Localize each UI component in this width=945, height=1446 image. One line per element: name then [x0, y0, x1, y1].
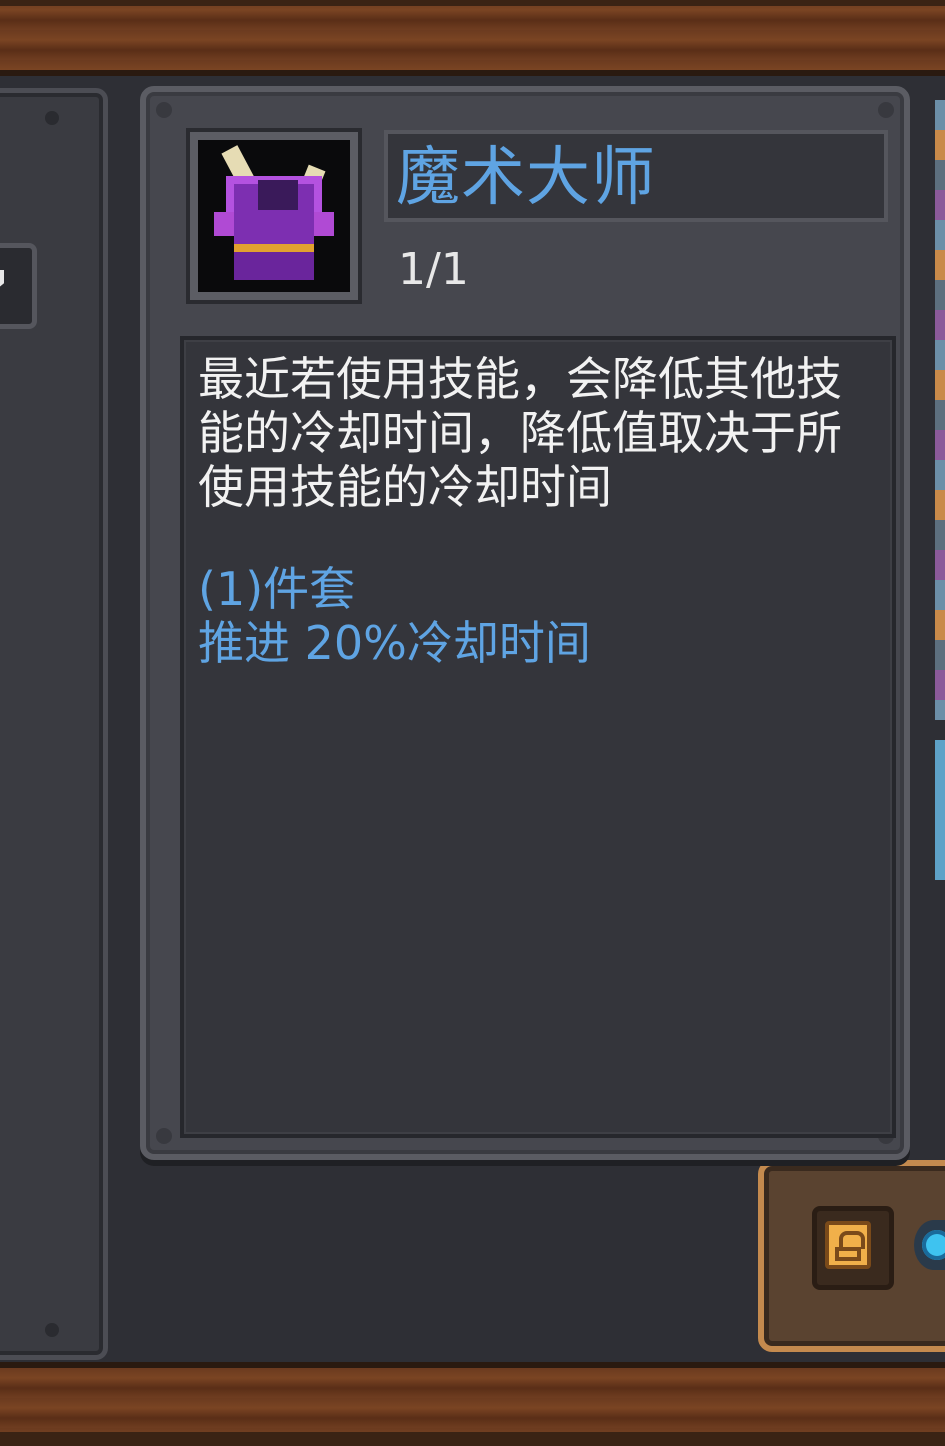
item-title-box: 魔术大师 [384, 130, 888, 222]
item-name: 魔术大师 [396, 141, 656, 215]
left-tab-button[interactable] [0, 243, 37, 329]
lock-button[interactable] [812, 1206, 894, 1290]
tab-marker-icon [0, 270, 4, 292]
magic-hat-icon [198, 140, 350, 292]
item-count: 1/1 [398, 244, 469, 295]
set-bonus-effect: 推进 20%冷却时间 [198, 616, 591, 670]
right-edge-strip-lower [935, 740, 945, 880]
top-wood-frame [0, 0, 945, 76]
item-detail-card: 魔术大师 1/1 最近若使用技能，会降低其他技能的冷却时间，降低值取决于所使用技… [140, 86, 910, 1160]
item-description: 最近若使用技能，会降低其他技能的冷却时间，降低值取决于所使用技能的冷却时间 [198, 352, 842, 514]
left-background-panel [0, 88, 108, 1360]
description-box: 最近若使用技能，会降低其他技能的冷却时间，降低值取决于所使用技能的冷却时间 (1… [180, 336, 896, 1138]
right-edge-strip [935, 100, 945, 720]
set-bonus-title: (1)件套 [198, 562, 356, 616]
lock-icon [825, 1221, 871, 1269]
bottom-wood-frame [0, 1362, 945, 1446]
item-icon-frame [186, 128, 362, 304]
